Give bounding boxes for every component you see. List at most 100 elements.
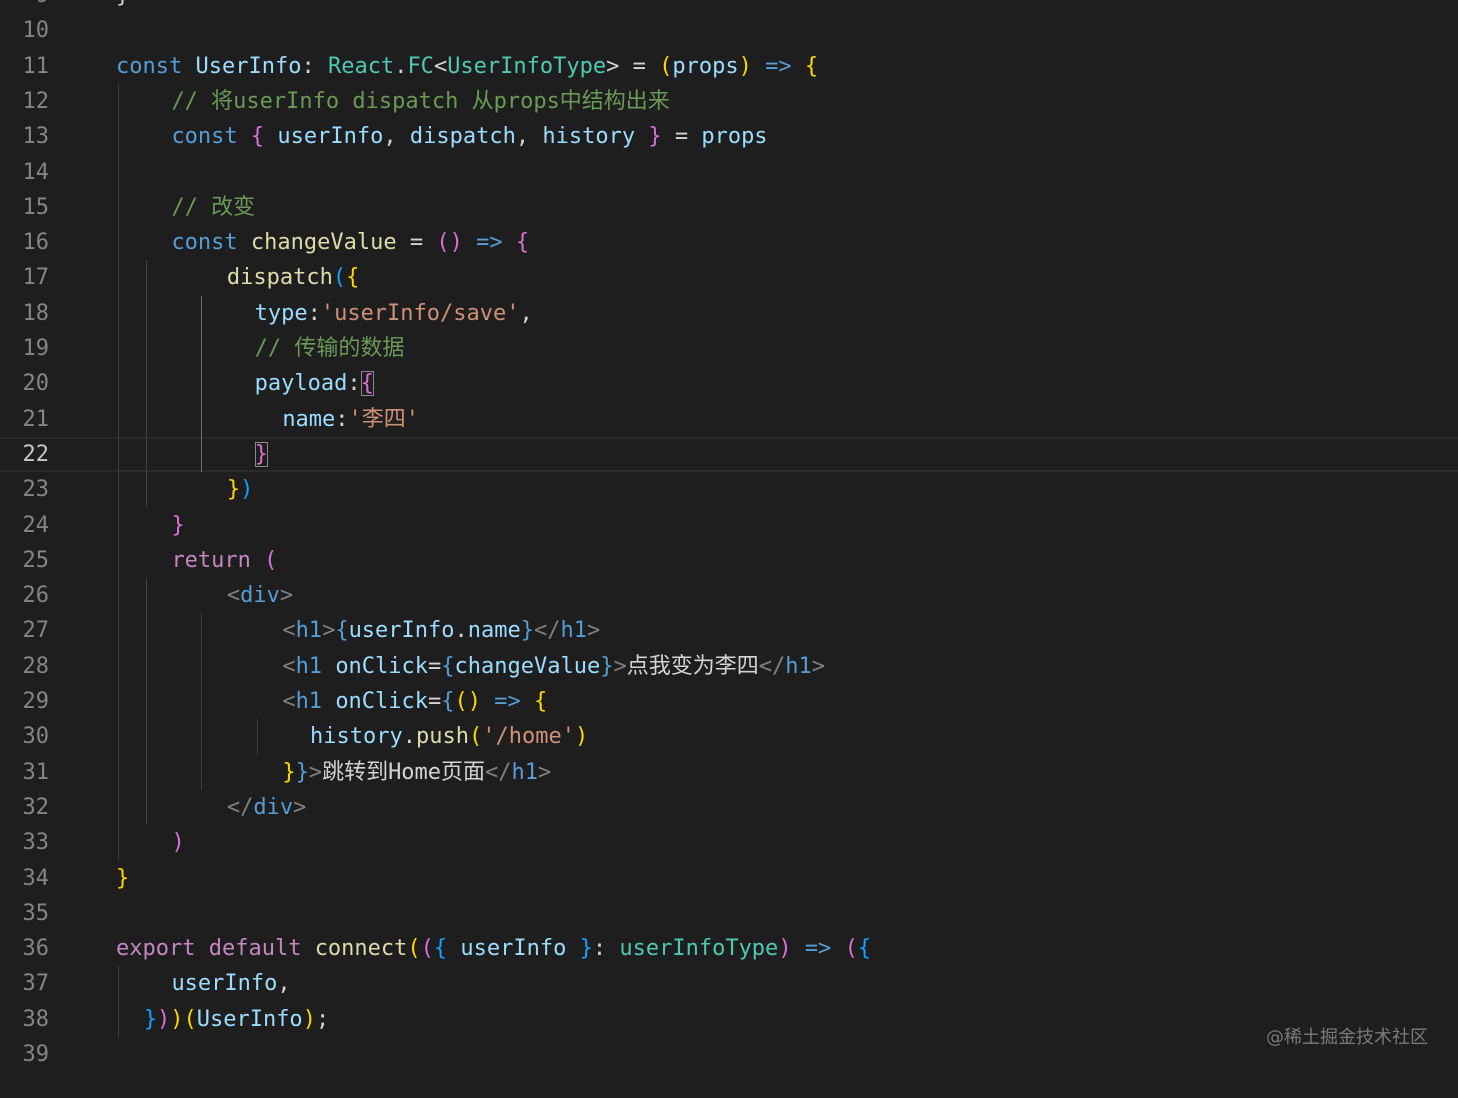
- code-text: name:'李四': [282, 402, 419, 437]
- code-token: :: [592, 936, 620, 962]
- code-text: }))(UserInfo);: [144, 1002, 329, 1037]
- code-token: UserInfo: [196, 1006, 303, 1032]
- code-line[interactable]: 38}))(UserInfo);: [0, 1002, 1458, 1037]
- line-number: 28: [22, 653, 50, 679]
- line-number: 25: [22, 547, 50, 573]
- code-text: <div>: [227, 578, 293, 613]
- code-token: {: [335, 618, 349, 644]
- indent-guide: [201, 613, 203, 790]
- code-line[interactable]: 35: [0, 896, 1458, 931]
- line-number: 19: [22, 336, 50, 361]
- code-token: {: [857, 936, 872, 962]
- code-line[interactable]: 25 return (: [0, 543, 1458, 578]
- code-token: =: [661, 124, 702, 150]
- code-line[interactable]: 34}: [0, 861, 1458, 896]
- code-text: }: [171, 508, 184, 543]
- code-editor[interactable]: 9}1011const UserInfo: React.FC<UserInfoT…: [0, 0, 1458, 1098]
- code-line[interactable]: 15 // 改变: [0, 190, 1458, 225]
- code-token: }: [116, 865, 130, 891]
- code-line[interactable]: 11 const UserInfo: React.FC<UserInfoType>…: [0, 49, 1458, 84]
- code-text: // 改变: [171, 190, 255, 225]
- code-token: }: [295, 759, 309, 785]
- code-token: 'userInfo/save': [320, 300, 520, 326]
- code-token: <: [282, 618, 296, 644]
- code-line[interactable]: 17 dispatch({: [0, 260, 1458, 295]
- code-line[interactable]: 33): [0, 825, 1458, 860]
- line-number: 24: [22, 512, 50, 538]
- code-token: userInfo: [264, 124, 384, 150]
- code-token: onClick: [335, 653, 429, 679]
- code-token: type: [254, 300, 308, 326]
- code-token: ): [171, 830, 185, 856]
- code-token: ,: [519, 300, 533, 326]
- code-line[interactable]: 36 export default connect(({ userInfo }: …: [0, 931, 1458, 966]
- code-line[interactable]: 18 type:'userInfo/save',: [0, 296, 1458, 331]
- line-number: 18: [22, 300, 50, 326]
- code-token: ): [240, 477, 254, 503]
- code-token: history: [542, 124, 649, 150]
- code-line[interactable]: 19 // 传输的数据: [0, 331, 1458, 366]
- code-token: (: [844, 936, 858, 962]
- code-line[interactable]: 30 history.push('/home'): [0, 719, 1458, 754]
- code-line[interactable]: 26 <div>: [0, 578, 1458, 613]
- code-token: {: [360, 371, 374, 397]
- line-number: 34: [22, 865, 50, 891]
- code-token: =>: [765, 53, 792, 79]
- code-token: props: [672, 53, 739, 79]
- code-token: =: [428, 689, 442, 714]
- code-line[interactable]: 27 <h1>{userInfo.name}</h1>: [0, 613, 1458, 648]
- code-token: <: [282, 653, 296, 679]
- code-line[interactable]: 20 payload:{: [0, 366, 1458, 401]
- code-text: </div>: [227, 790, 307, 825]
- code-token: changeValue: [250, 230, 397, 256]
- code-line[interactable]: 21 name:'李四': [0, 402, 1458, 437]
- code-token: >: [293, 794, 307, 820]
- line-number: 22: [22, 441, 50, 467]
- code-token: (: [183, 1006, 197, 1032]
- line-number: 26: [22, 583, 50, 609]
- code-line[interactable]: 24}: [0, 508, 1458, 543]
- line-number: 21: [22, 406, 50, 432]
- code-token: UserInfoType: [447, 53, 607, 79]
- code-token: 点我变为李四: [626, 653, 759, 679]
- line-number: 39: [22, 1042, 50, 1067]
- line-number: 35: [22, 900, 50, 926]
- code-token: >: [538, 759, 552, 785]
- code-line[interactable]: 22}: [0, 436, 1458, 473]
- code-token: .: [402, 724, 416, 750]
- code-line[interactable]: 9}: [0, 0, 1458, 13]
- code-line[interactable]: 12 // 将userInfo dispatch 从props中结构出来: [0, 84, 1458, 119]
- code-text: }): [227, 472, 254, 507]
- code-token: }: [282, 759, 296, 785]
- code-token: <: [282, 689, 296, 714]
- code-token: >: [322, 618, 336, 644]
- code-token: }: [579, 936, 593, 962]
- code-token: :: [301, 53, 328, 79]
- code-line[interactable]: 16 const changeValue = () => {: [0, 225, 1458, 260]
- code-line[interactable]: 31}}>跳转到Home页面</h1>: [0, 755, 1458, 790]
- code-line[interactable]: 13 const { userInfo, dispatch, history } …: [0, 119, 1458, 154]
- code-line[interactable]: 14: [0, 155, 1458, 190]
- line-number: 9: [0, 0, 49, 13]
- code-line[interactable]: 29 <h1 onClick={() => {: [0, 684, 1458, 719]
- code-token: h1: [295, 653, 336, 679]
- line-number: 36: [22, 936, 50, 962]
- code-line[interactable]: 37 userInfo,: [0, 966, 1458, 1001]
- code-line[interactable]: 32 </div>: [0, 790, 1458, 825]
- code-line[interactable]: 28 <h1 onClick={changeValue}>点我变为李四</h1>: [0, 649, 1458, 684]
- code-token: h1: [511, 759, 539, 785]
- code-line[interactable]: 39: [0, 1037, 1458, 1072]
- code-line[interactable]: 10: [0, 13, 1458, 48]
- code-token: (): [436, 230, 463, 256]
- line-number: 11: [22, 53, 50, 79]
- code-token: connect: [314, 936, 408, 962]
- code-token: ,: [515, 124, 543, 150]
- code-text: const changeValue = () => {: [171, 225, 529, 260]
- line-number: 13: [22, 124, 50, 150]
- code-line[interactable]: 23}): [0, 472, 1458, 507]
- code-token: }: [520, 618, 535, 644]
- code-text: const { userInfo, dispatch, history } = …: [171, 119, 767, 154]
